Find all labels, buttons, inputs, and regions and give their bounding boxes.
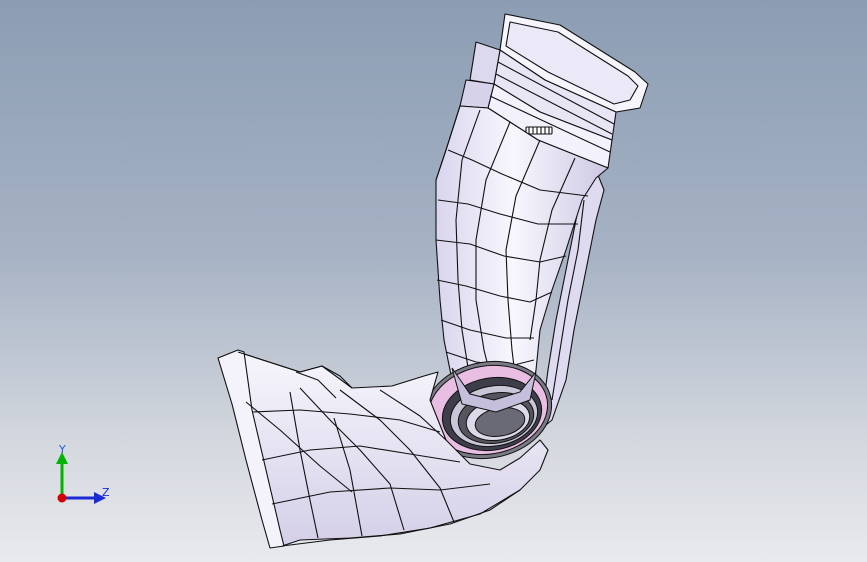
duct-part-icon[interactable] (0, 0, 867, 562)
orientation-triad: Y Z (40, 438, 120, 518)
axis-triad-icon (56, 452, 106, 504)
y-axis-label: Y (59, 443, 66, 456)
z-axis-label: Z (102, 486, 110, 499)
x-axis-dot (57, 493, 67, 503)
graphics-viewport[interactable]: Y Z (0, 0, 867, 562)
